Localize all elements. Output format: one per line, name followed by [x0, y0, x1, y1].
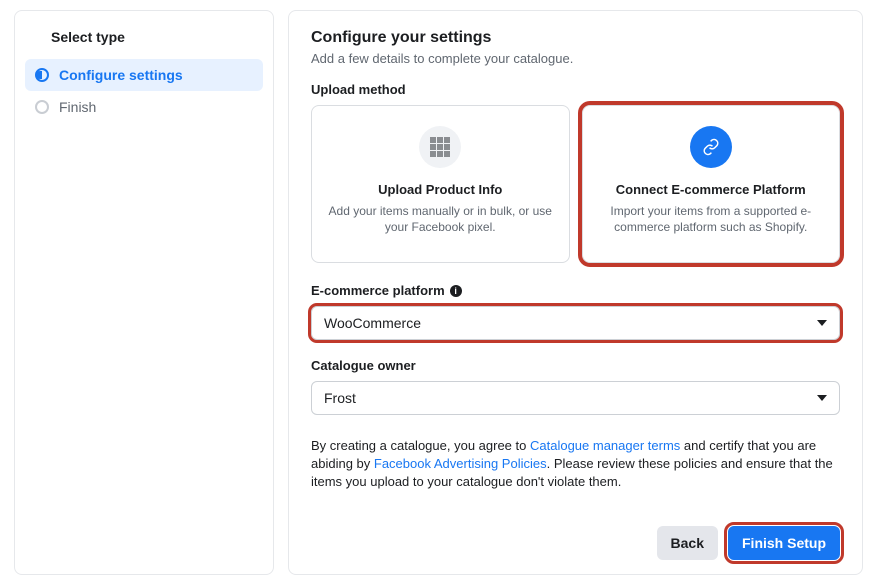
step-indicator-icon	[35, 68, 49, 82]
sidebar-step-configure[interactable]: Configure settings	[25, 59, 263, 91]
finish-setup-button[interactable]: Finish Setup	[728, 526, 840, 560]
terms-text: By creating a catalogue, you agree to Ca…	[311, 437, 840, 492]
chevron-down-icon	[817, 395, 827, 401]
step-indicator-icon	[35, 100, 49, 114]
card-title: Connect E-commerce Platform	[616, 182, 806, 197]
card-title: Upload Product Info	[378, 182, 502, 197]
catalogue-owner-label: Catalogue owner	[311, 358, 840, 373]
card-desc: Import your items from a supported e-com…	[597, 203, 826, 235]
chevron-down-icon	[817, 320, 827, 326]
ecommerce-platform-select[interactable]: WooCommerce	[311, 306, 840, 340]
card-upload-product-info[interactable]: Upload Product Info Add your items manua…	[311, 105, 570, 263]
upload-method-label: Upload method	[311, 82, 840, 97]
link-icon	[690, 126, 732, 168]
link-catalogue-terms[interactable]: Catalogue manager terms	[530, 438, 680, 453]
grid-icon	[419, 126, 461, 168]
main-panel: Configure your settings Add a few detail…	[288, 10, 863, 575]
select-value: Frost	[324, 390, 356, 406]
back-button[interactable]: Back	[657, 526, 718, 560]
upload-method-cards: Upload Product Info Add your items manua…	[311, 105, 840, 263]
card-connect-ecommerce[interactable]: Connect E-commerce Platform Import your …	[582, 105, 841, 263]
catalogue-owner-select[interactable]: Frost	[311, 381, 840, 415]
step-label: Finish	[59, 99, 96, 115]
select-value: WooCommerce	[324, 315, 421, 331]
sidebar-step-finish[interactable]: Finish	[25, 91, 263, 123]
info-icon[interactable]: i	[450, 285, 462, 297]
step-label: Configure settings	[59, 67, 183, 83]
footer-actions: Back Finish Setup	[311, 512, 840, 560]
ecommerce-platform-label: E-commerce platform i	[311, 283, 840, 298]
card-desc: Add your items manually or in bulk, or u…	[326, 203, 555, 235]
page-title: Configure your settings	[311, 29, 840, 47]
link-advertising-policies[interactable]: Facebook Advertising Policies	[374, 456, 547, 471]
sidebar: Select type Configure settings Finish	[14, 10, 274, 575]
sidebar-title: Select type	[25, 29, 263, 59]
page-subtitle: Add a few details to complete your catal…	[311, 51, 840, 66]
